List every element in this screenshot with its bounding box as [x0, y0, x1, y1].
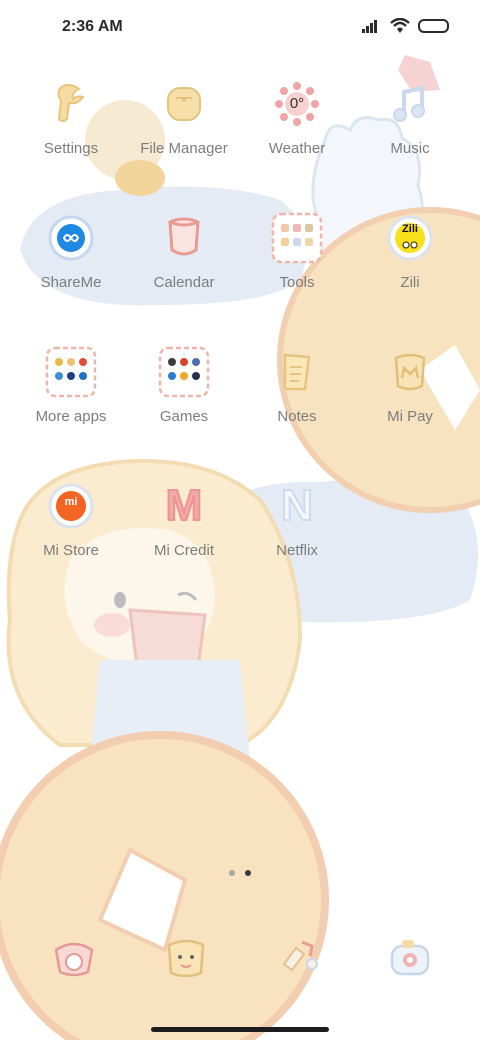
- app-shareme[interactable]: ShareMe: [16, 210, 126, 291]
- notes-icon: [269, 344, 325, 400]
- app-label: Netflix: [276, 542, 318, 559]
- folder-icon: [156, 76, 212, 132]
- app-zili[interactable]: Zili Zili: [355, 210, 465, 291]
- app-label: File Manager: [140, 140, 228, 157]
- app-music[interactable]: Music: [355, 76, 465, 157]
- folder-tools[interactable]: Tools: [242, 210, 352, 291]
- app-label: Mi Pay: [387, 408, 433, 425]
- app-label: Weather: [268, 140, 326, 157]
- app-notes[interactable]: Notes: [242, 344, 352, 425]
- messages-icon[interactable]: [158, 930, 214, 986]
- zili-icon: Zili: [382, 210, 438, 266]
- wifi-icon: [390, 18, 410, 33]
- folder-more-apps[interactable]: More apps: [16, 344, 126, 425]
- music-note-icon: [382, 76, 438, 132]
- app-label: ShareMe: [40, 274, 102, 291]
- wallet-icon: [382, 344, 438, 400]
- app-label: Notes: [277, 408, 317, 425]
- netflix-badge: N: [280, 480, 314, 531]
- dock: [0, 930, 480, 986]
- mi-store-icon: mi: [43, 478, 99, 534]
- shareme-icon: [43, 210, 99, 266]
- status-bar: 2:36 AM: [0, 0, 480, 56]
- netflix-icon: N: [269, 478, 325, 534]
- app-label: More apps: [35, 408, 107, 425]
- browser-icon[interactable]: [270, 930, 326, 986]
- app-netflix[interactable]: N Netflix: [242, 478, 352, 559]
- app-mi-pay[interactable]: Mi Pay: [355, 344, 465, 425]
- app-mi-store[interactable]: mi Mi Store: [16, 478, 126, 559]
- app-label: Tools: [279, 274, 315, 291]
- app-settings[interactable]: Settings: [16, 76, 126, 157]
- page-dot-1[interactable]: [229, 870, 235, 876]
- app-mi-credit[interactable]: M Mi Credit: [129, 478, 239, 559]
- app-label: Games: [159, 408, 209, 425]
- app-file-manager[interactable]: File Manager: [129, 76, 239, 157]
- zili-badge: Zili: [402, 223, 418, 235]
- app-label: Music: [390, 140, 430, 157]
- page-indicator: [0, 870, 480, 876]
- signal-icon: [362, 20, 377, 33]
- app-label: Mi Store: [43, 542, 99, 559]
- mi-credit-badge: M: [165, 480, 204, 531]
- status-time: 2:36 AM: [62, 18, 123, 35]
- camera-icon[interactable]: [382, 930, 438, 986]
- folder-icon: [269, 210, 325, 266]
- app-weather[interactable]: 0° Weather: [242, 76, 352, 157]
- app-calendar[interactable]: Calendar: [129, 210, 239, 291]
- app-label: Settings: [43, 140, 99, 157]
- calendar-icon: [156, 210, 212, 266]
- folder-icon: [156, 344, 212, 400]
- mi-credit-icon: M: [156, 478, 212, 534]
- sun-icon: 0°: [269, 76, 325, 132]
- folder-icon: [43, 344, 99, 400]
- home-indicator[interactable]: [151, 1027, 329, 1032]
- battery-icon: [418, 19, 449, 33]
- settings-icon: [43, 76, 99, 132]
- phone-icon[interactable]: [46, 930, 102, 986]
- folder-games[interactable]: Games: [129, 344, 239, 425]
- app-label: Mi Credit: [153, 542, 214, 559]
- page-dot-2-active[interactable]: [245, 870, 251, 876]
- mi-badge: mi: [64, 496, 78, 508]
- app-label: Calendar: [153, 274, 215, 291]
- weather-temp: 0°: [289, 95, 305, 112]
- app-label: Zili: [400, 274, 420, 291]
